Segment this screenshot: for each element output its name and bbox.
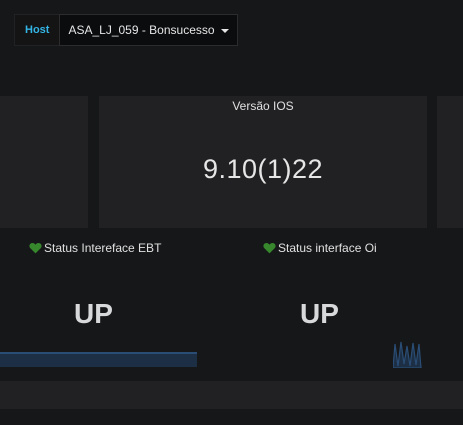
panel-title-status-oi[interactable]: Status interface Oi — [263, 241, 377, 255]
status-ebt-value: UP — [74, 298, 113, 329]
variable-bar: Host ASA_LJ_059 - Bonsucesso — [14, 14, 238, 46]
heart-icon — [263, 243, 276, 254]
status-oi-value: UP — [300, 298, 339, 329]
status-ebt-title-text: Status Intereface EBT — [44, 241, 162, 255]
host-select-value: ASA_LJ_059 - Bonsucesso — [68, 23, 215, 37]
bottom-panel-row — [0, 381, 463, 409]
chevron-down-icon — [220, 28, 229, 33]
status-oi-sparkline — [393, 341, 422, 368]
panel-right-partial — [437, 96, 463, 228]
panel-title-ios: Versão IOS — [232, 99, 294, 113]
panel-ios-version[interactable]: Versão IOS 9.10(1)22 — [99, 96, 427, 228]
heart-icon — [29, 243, 42, 254]
panel-left-partial — [0, 96, 88, 228]
status-oi-title-text: Status interface Oi — [278, 241, 377, 255]
host-variable-label: Host — [14, 14, 60, 46]
status-ebt-sparkline — [0, 352, 197, 367]
ios-version-value: 9.10(1)22 — [202, 154, 324, 184]
panel-title-status-ebt[interactable]: Status Intereface EBT — [29, 241, 161, 255]
host-variable-select[interactable]: ASA_LJ_059 - Bonsucesso — [59, 14, 238, 46]
